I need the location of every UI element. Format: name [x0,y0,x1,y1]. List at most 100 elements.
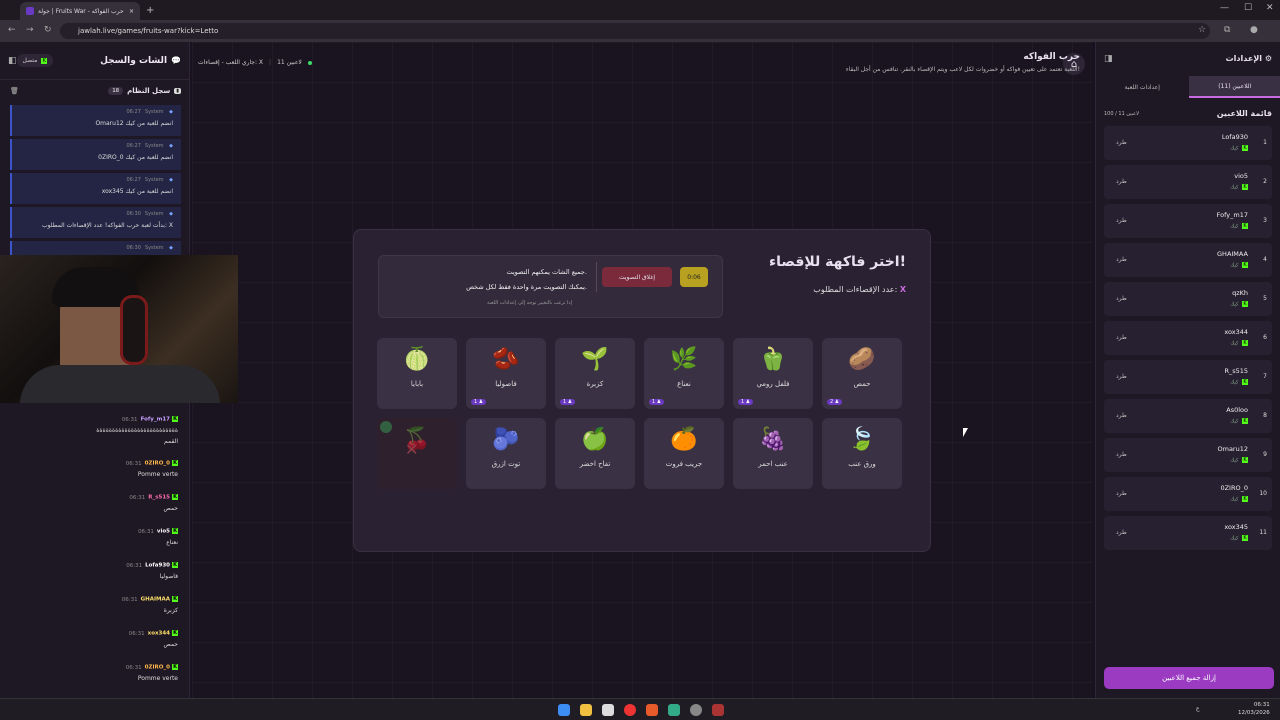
player-row: 1 Lofa930 كيك K طرد [1104,126,1272,160]
fruit-card[interactable]: 🫑 فلفل رومي 1 ♟ [733,338,813,409]
fruit-card[interactable]: 🍈 بابايا [377,338,457,409]
fruit-name: فاصوليا [495,380,517,388]
tab-favicon-icon [26,7,34,15]
player-rank: 5 [1263,295,1267,302]
player-rank: 11 [1259,529,1267,536]
player-platform: كيك K [1230,145,1248,152]
fruit-card[interactable]: 🫘 فاصوليا 1 ♟ [466,338,546,409]
fruit-card[interactable]: 🥔 حمص 2 ♟ [822,338,902,409]
language-indicator[interactable]: ع [1196,705,1200,712]
game-status: جاري اللعب - إقصاءات: X [198,59,264,66]
brave-icon[interactable] [646,704,658,716]
game-header: حرب الفواكه اللعبة تعتمد على تعيين فواكه… [846,52,1080,73]
fruit-card[interactable]: 🍏 تفاح اخضر [555,418,635,489]
maximize-icon[interactable]: ☐ [1244,3,1252,13]
collapse-panel-icon[interactable]: ◧ [8,56,17,66]
obs-icon[interactable] [690,704,702,716]
chat-username[interactable]: 06:31 vio5 K [12,528,178,535]
app2-icon[interactable] [712,704,724,716]
collapse-right-icon[interactable]: ◨ [1104,54,1113,64]
kick-player-button[interactable]: طرد [1116,373,1127,380]
fruit-card[interactable]: 🫐 توت ازرق [466,418,546,489]
chat-icon: 💬 [171,56,181,65]
fruit-name: توت ازرق [491,460,521,468]
player-row: 9 Omaru12 كيك K طرد [1104,438,1272,472]
fruit-card[interactable]: 🍊 جريب فروت [644,418,724,489]
url-field[interactable]: jawlah.live/games/fruits-war?kick=Letto [60,23,1210,39]
restore-icon[interactable] [380,421,392,433]
kick-player-button[interactable]: طرد [1116,334,1127,341]
extensions-icon[interactable]: ⧉ [1224,25,1230,35]
kick-player-button[interactable]: طرد [1116,451,1127,458]
kick-player-button[interactable]: طرد [1116,295,1127,302]
system-log-bar[interactable]: 🗑 18 سجل النظام ▮ [0,80,189,102]
chat-username[interactable]: 06:31 0ZIRO_0 K [12,460,178,467]
player-platform: كيك K [1230,301,1248,308]
chat-message: 06:31 GHAIMAA K كزبرة [12,596,178,614]
settings-panel: ◨ الإعدادات ⚙ إعدادات اللعبة اللاعبين (1… [1095,42,1280,698]
system-message-text: 0ZIRO_0 انضم للعبة من كيك [98,154,173,161]
store-icon[interactable] [602,704,614,716]
tab-close-icon[interactable]: × [129,8,134,15]
chat-username[interactable]: 06:31 xox344 K [12,630,178,637]
fruit-name: نعناع [677,380,691,388]
fruit-icon: 🍃 [848,427,876,452]
streamer-shirt [20,365,220,403]
player-row: 6 xox344 كيك K طرد [1104,321,1272,355]
chat-username[interactable]: 06:31 0ZIRO_0 K [12,664,178,671]
chat-text: Pomme verte [137,674,178,682]
kick-player-button[interactable]: طرد [1116,529,1127,536]
url-text: jawlah.live/games/fruits-war?kick=Letto [78,27,219,35]
vote-info-line-1: جميع الشات يمكنهم التصويت. [506,268,587,276]
file-explorer-icon[interactable] [580,704,592,716]
system-message: 06:27 System ◆ 0ZIRO_0 انضم للعبة من كيك [10,139,181,170]
profile-avatar-icon[interactable]: ● [1250,25,1258,35]
chat-username[interactable]: 06:31 GHAIMAA K [12,596,178,603]
player-platform: كيك K [1230,496,1248,503]
clock[interactable]: 06:31 12/03/2026 [1238,701,1270,717]
chat-username[interactable]: 06:31 R_s515 K [12,494,178,501]
kick-player-button[interactable]: طرد [1116,490,1127,497]
browser-tab[interactable]: جولة | Fruits War - حرب الفواكه × [20,2,140,20]
player-name: Omaru12 [1217,445,1249,453]
fruit-icon: 🫘 [492,347,520,372]
tab-game-settings[interactable]: إعدادات اللعبة [1096,76,1189,98]
kick-player-button[interactable]: طرد [1116,256,1127,263]
browser-tab-strip: جولة | Fruits War - حرب الفواكه × + — ☐ … [0,0,1280,20]
fruit-card[interactable]: 🌿 نعناع 1 ♟ [644,338,724,409]
eliminated-x-icon: ✕ [405,440,419,459]
chat-username[interactable]: 06:31 Lofa930 K [12,562,178,569]
player-name: GHAIMAA [1217,250,1248,258]
remove-all-players-button[interactable]: إزالة جميع اللاعبين [1104,667,1274,689]
close-vote-button[interactable]: إغلاق التصويت [602,267,672,287]
kick-player-button[interactable]: طرد [1116,217,1127,224]
tab-players[interactable]: اللاعبين (11) [1188,76,1280,98]
close-window-icon[interactable]: ✕ [1266,3,1274,13]
trash-icon[interactable]: 🗑 [10,87,19,95]
chrome-icon[interactable] [624,704,636,716]
back-icon[interactable]: ← [8,25,16,35]
new-tab-button[interactable]: + [146,5,154,16]
fruit-card-eliminated[interactable]: 🍒 ✕ [377,418,457,489]
settings-tabs: إعدادات اللعبة اللاعبين (11) [1096,76,1280,98]
minimize-icon[interactable]: — [1220,3,1229,13]
reload-icon[interactable]: ↻ [44,25,52,35]
player-rank: 6 [1263,334,1267,341]
forward-icon[interactable]: → [26,25,34,35]
fruit-card[interactable]: 🌱 كزبرة 1 ♟ [555,338,635,409]
app-icon[interactable] [668,704,680,716]
chat-message: 06:31 Lofa930 K فاصوليا [12,562,178,580]
kick-badge-icon: K [172,494,178,500]
player-platform: كيك K [1230,418,1248,425]
game-subtitle: اللعبة تعتمد على تعيين فواكه أو خضروات ل… [845,66,1080,73]
system-message-sender: 06:27 System ◆ [126,143,173,149]
kick-player-button[interactable]: طرد [1116,139,1127,146]
chat-username[interactable]: 06:31 Fofy_m17 K [12,416,178,423]
kick-player-button[interactable]: طرد [1116,178,1127,185]
start-icon[interactable] [558,704,570,716]
fruit-card[interactable]: 🍇 عنب احمر [733,418,813,489]
fruit-card[interactable]: 🍃 ورق عنب [822,418,902,489]
bookmark-star-icon[interactable]: ☆ [1198,25,1206,35]
kick-badge-icon: K [172,528,178,534]
kick-player-button[interactable]: طرد [1116,412,1127,419]
